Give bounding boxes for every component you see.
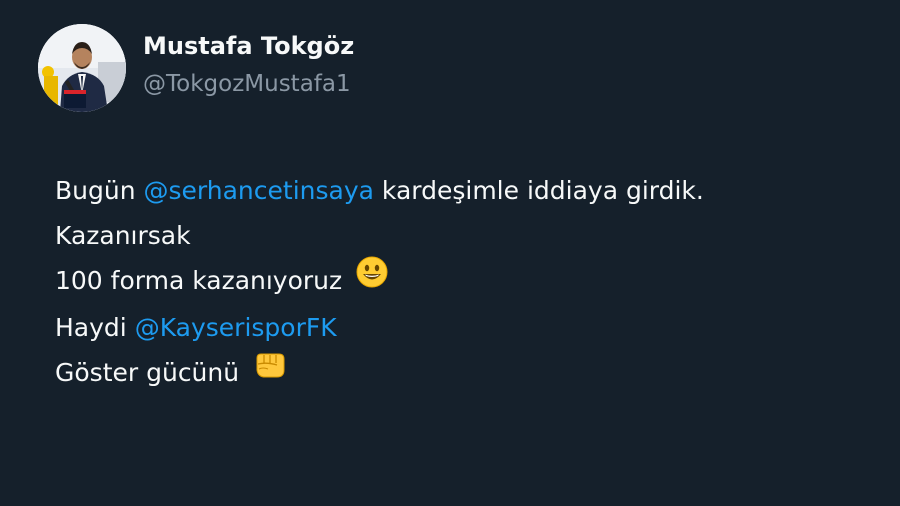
mention-link-kayserisporfk[interactable]: @KayserisporFK	[135, 313, 337, 342]
tweet-card: Mustafa Tokgöz @TokgozMustafa1 Bugün @se…	[0, 0, 900, 506]
tweet-text-segment: Haydi	[55, 313, 135, 342]
tweet-line-5: Göster gücünü	[55, 350, 875, 397]
tweet-line-1: Bugün @serhancetinsaya kardeşimle iddiay…	[55, 168, 875, 213]
author-display-name[interactable]: Mustafa Tokgöz	[143, 29, 354, 63]
tweet-line-4: Haydi @KayserisporFK	[55, 305, 875, 350]
tweet-header: Mustafa Tokgöz @TokgozMustafa1	[38, 24, 354, 112]
tweet-line-3: 100 forma kazanıyoruz	[55, 256, 875, 305]
oncoming-fist-icon	[253, 349, 287, 394]
mention-link-serhancetinsaya[interactable]: @serhancetinsaya	[144, 176, 374, 205]
grinning-face-icon	[356, 256, 388, 302]
tweet-text-segment: Göster gücünü	[55, 358, 240, 387]
tweet-line-2: Kazanırsak	[55, 221, 191, 250]
author-handle[interactable]: @TokgozMustafa1	[143, 66, 354, 102]
avatar-photo-icon	[38, 24, 126, 112]
tweet-text-segment: 100 forma kazanıyoruz	[55, 266, 343, 295]
tweet-text-segment: kardeşimle iddiaya girdik.	[373, 176, 704, 205]
tweet-text: Bugün @serhancetinsaya kardeşimle iddiay…	[55, 168, 875, 397]
avatar[interactable]	[38, 24, 126, 112]
tweet-text-segment: Bugün	[55, 176, 144, 205]
author-names: Mustafa Tokgöz @TokgozMustafa1	[143, 29, 354, 102]
